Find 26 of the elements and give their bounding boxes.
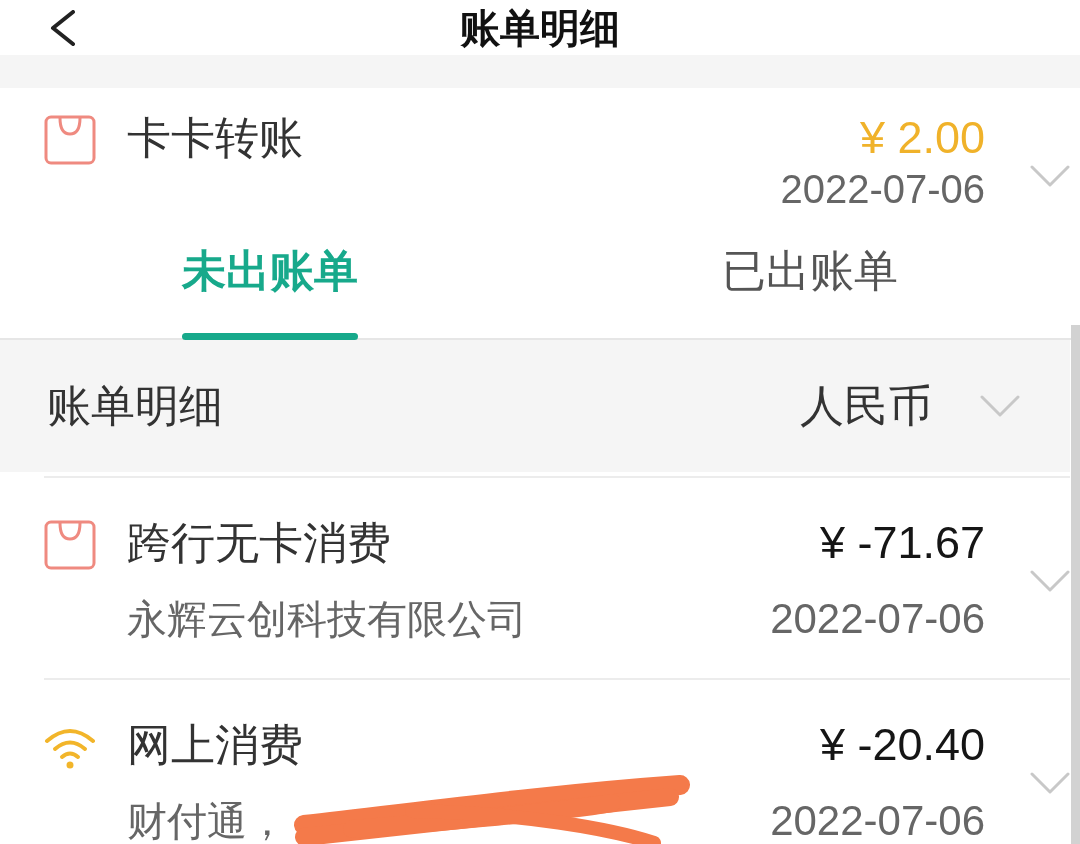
transaction-title: 卡卡转账	[126, 112, 304, 164]
transaction-row[interactable]: 网上消费 ¥ -20.40 财付通， 2022-07-06	[44, 678, 1070, 844]
chevron-down-icon[interactable]	[1030, 772, 1070, 794]
scrollbar-thumb[interactable]	[1071, 325, 1080, 844]
transaction-date: 2022-07-06	[770, 796, 985, 844]
merchant-name: 永辉云创科技有限公司	[127, 596, 527, 643]
chevron-down-icon	[980, 395, 1020, 417]
shopping-bag-icon	[44, 115, 96, 165]
tab[interactable]: 已出账单	[722, 212, 898, 340]
transaction-amount: ¥ 2.00	[859, 111, 985, 165]
section-title: 账单明细	[47, 380, 223, 432]
shopping-bag-icon	[44, 520, 96, 570]
chevron-down-icon[interactable]	[1030, 165, 1070, 187]
transaction-amount: ¥ -20.40	[819, 718, 985, 772]
transaction-row[interactable]: 跨行无卡消费 ¥ -71.67 永辉云创科技有限公司 2022-07-06	[44, 476, 1070, 678]
page-title: 账单明细	[460, 4, 620, 52]
chevron-down-icon[interactable]	[1030, 570, 1070, 592]
merchant-name: 财付通，	[127, 798, 287, 844]
transaction-date: 2022-07-06	[780, 166, 985, 212]
currency-selector[interactable]: 人民币	[800, 378, 1020, 434]
transaction-amount: ¥ -71.67	[819, 516, 985, 570]
transaction-date: 2022-07-06	[770, 594, 985, 644]
wifi-icon	[44, 727, 96, 769]
transaction-title: 跨行无卡消费	[126, 517, 392, 569]
back-icon[interactable]	[50, 9, 76, 46]
transaction-title: 网上消费	[126, 719, 304, 771]
